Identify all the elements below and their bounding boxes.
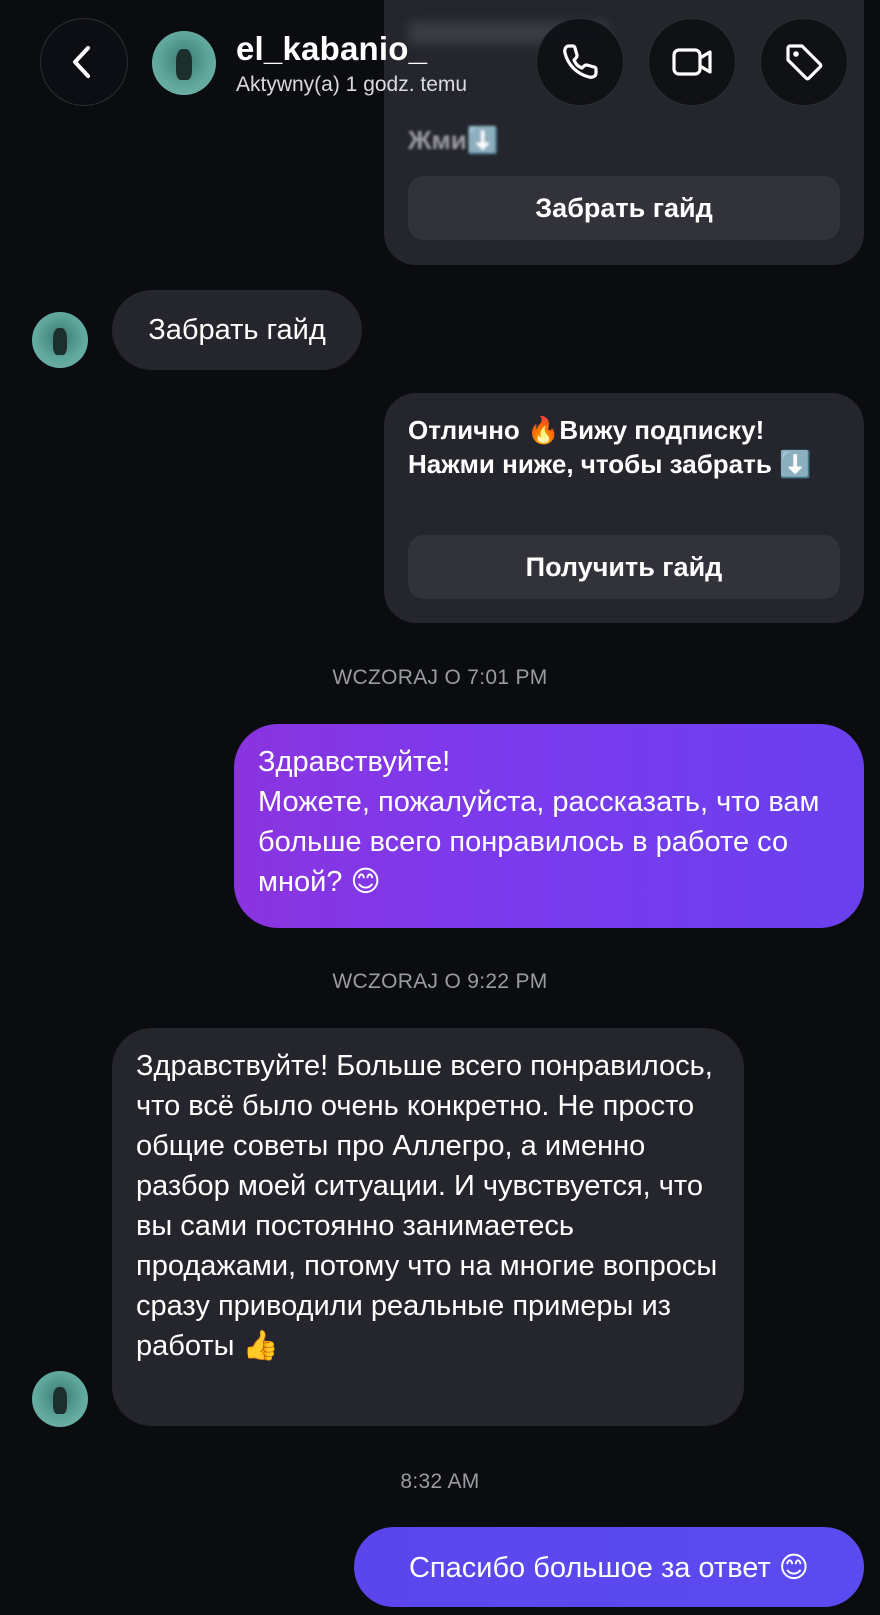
contact-status: Aktywny(a) 1 godz. temu bbox=[236, 73, 468, 96]
outgoing-message-text: Здравствуйте! Можете, пожалуйста, расска… bbox=[258, 746, 820, 898]
take-guide-button[interactable]: Забрать гайд bbox=[408, 176, 840, 240]
tag-icon bbox=[786, 44, 823, 81]
incoming-message-text: Здравствуйте! Больше всего понравилось, … bbox=[136, 1050, 718, 1362]
card2-text: Отлично 🔥Вижу подписку! Нажми ниже, чтоб… bbox=[408, 415, 812, 479]
contact-avatar[interactable] bbox=[32, 1371, 88, 1427]
chat-header: el_kabanio_ Aktywny(a) 1 godz. temu bbox=[0, 0, 880, 130]
outgoing-message-thanks[interactable]: Спасибо большое за ответ 😊 bbox=[354, 1527, 864, 1607]
audio-call-button[interactable] bbox=[536, 18, 624, 106]
chevron-left-icon bbox=[73, 46, 90, 78]
get-guide-button[interactable]: Получить гайд bbox=[408, 535, 840, 599]
message-timestamp: WCZORAJ O 7:01 PM bbox=[332, 666, 548, 689]
tag-button[interactable] bbox=[760, 18, 848, 106]
avatar-figure bbox=[53, 1386, 67, 1414]
video-camera-icon bbox=[672, 48, 712, 76]
contact-avatar[interactable] bbox=[32, 312, 88, 368]
contact-username[interactable]: el_kabanio_ bbox=[236, 30, 427, 68]
incoming-message-review[interactable]: Здравствуйте! Больше всего понравилось, … bbox=[112, 1028, 744, 1426]
avatar-figure bbox=[176, 48, 192, 80]
message-timestamp: 8:32 AM bbox=[400, 1470, 480, 1493]
contact-avatar[interactable] bbox=[152, 31, 216, 95]
back-button[interactable] bbox=[40, 18, 128, 106]
video-call-button[interactable] bbox=[648, 18, 736, 106]
message-timestamp: WCZORAJ O 9:22 PM bbox=[332, 970, 548, 993]
avatar-figure bbox=[53, 327, 67, 355]
phone-icon bbox=[563, 44, 598, 79]
incoming-message-reply[interactable]: Забрать гайд bbox=[112, 290, 362, 370]
outgoing-message-question[interactable]: Здравствуйте! Можете, пожалуйста, расска… bbox=[234, 724, 864, 928]
guide-card-2: Отлично 🔥Вижу подписку! Нажми ниже, чтоб… bbox=[384, 393, 864, 623]
